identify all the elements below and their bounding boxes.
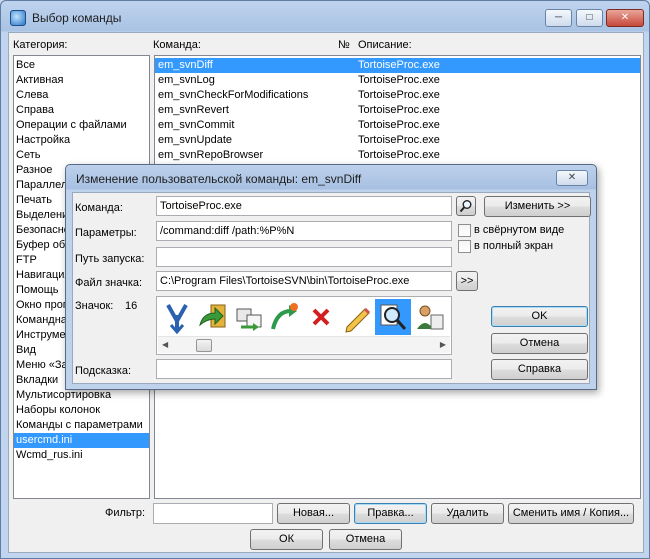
minimized-label: в свёрнутом виде <box>474 224 565 236</box>
dialog-close-button[interactable]: ✕ <box>556 170 588 186</box>
icon-label: Значок: <box>75 300 114 312</box>
scroll-thumb[interactable] <box>196 339 212 352</box>
command-label: Команда: <box>75 202 123 214</box>
dialog-help-button[interactable]: Справка <box>491 359 588 380</box>
category-item[interactable]: Операции с файлами <box>14 118 149 133</box>
iconfile-browse-button[interactable]: >> <box>456 271 478 291</box>
dialog-title: Изменение пользовательской команды: em_s… <box>76 172 362 186</box>
command-description: TortoiseProc.exe <box>358 59 440 71</box>
svn-switch-icon[interactable] <box>231 299 267 335</box>
category-item[interactable]: Активная <box>14 73 149 88</box>
startpath-label: Путь запуска: <box>75 253 145 265</box>
command-row[interactable]: em_svnCommit TortoiseProc.exe <box>155 118 640 133</box>
icon-picker-scrollbar[interactable]: ◀ ▶ <box>158 336 450 353</box>
minimize-button[interactable]: ─ <box>545 9 572 27</box>
command-row[interactable]: em_svnRevert TortoiseProc.exe <box>155 103 640 118</box>
title-bar[interactable]: Выбор команды ─ □ ✕ <box>1 1 649 33</box>
magnifier-icon <box>459 200 472 213</box>
ok-button[interactable]: ОК <box>250 529 323 550</box>
category-item[interactable]: Мультисортировка <box>14 388 149 403</box>
edit-button[interactable]: Правка... <box>354 503 427 524</box>
command-row[interactable]: em_svnCheckForModifications TortoiseProc.… <box>155 88 640 103</box>
dialog-ok-button[interactable]: OK <box>491 306 588 327</box>
svn-merge-icon[interactable] <box>267 299 303 335</box>
command-description: TortoiseProc.exe <box>358 89 440 101</box>
svn-delete-icon[interactable] <box>303 299 339 335</box>
scroll-right-icon[interactable]: ▶ <box>440 340 446 349</box>
new-button[interactable]: Новая... <box>277 503 350 524</box>
icon-picker[interactable]: ◀ ▶ <box>156 296 452 355</box>
category-item[interactable]: Сеть <box>14 148 149 163</box>
dialog-client-area: Команда: TortoiseProc.exe Изменить >> Па… <box>72 192 591 384</box>
maximize-button[interactable]: □ <box>576 9 603 27</box>
iconfile-field[interactable]: C:\Program Files\TortoiseSVN\bin\Tortois… <box>156 271 452 291</box>
filter-input[interactable] <box>153 503 273 524</box>
delete-button[interactable]: Удалить <box>431 503 504 524</box>
command-description: TortoiseProc.exe <box>358 104 440 116</box>
description-header: Описание: <box>358 39 412 51</box>
command-field[interactable]: TortoiseProc.exe <box>156 196 452 216</box>
command-name: em_svnLog <box>158 74 215 86</box>
app-icon <box>10 10 26 26</box>
command-row[interactable]: em_svnLog TortoiseProc.exe <box>155 73 640 88</box>
category-item[interactable]: Наборы колонок <box>14 403 149 418</box>
svn-update-icon[interactable] <box>159 299 195 335</box>
iconfile-label: Файл значка: <box>75 277 143 289</box>
category-item[interactable]: Все <box>14 58 149 73</box>
category-item[interactable]: usercmd.ini <box>14 433 149 448</box>
command-description: TortoiseProc.exe <box>358 119 440 131</box>
svn-rename-icon[interactable] <box>339 299 375 335</box>
tooltip-field[interactable] <box>156 359 452 379</box>
icon-index: 16 <box>125 300 138 312</box>
fullscreen-label: в полный экран <box>474 240 554 252</box>
command-description: TortoiseProc.exe <box>358 134 440 146</box>
command-description: TortoiseProc.exe <box>358 74 440 86</box>
command-name: em_svnCheckForModifications <box>158 89 309 101</box>
number-header: № <box>338 39 350 51</box>
category-item[interactable]: Wcmd_rus.ini <box>14 448 149 463</box>
command-name: em_svnUpdate <box>158 134 232 146</box>
scroll-left-icon[interactable]: ◀ <box>162 340 168 349</box>
startpath-field[interactable] <box>156 247 452 267</box>
category-item[interactable]: Настройка <box>14 133 149 148</box>
command-row[interactable]: em_svnRepoBrowser TortoiseProc.exe <box>155 148 640 163</box>
fullscreen-checkbox[interactable] <box>458 240 471 253</box>
svn-blame-icon[interactable] <box>411 299 447 335</box>
command-name: em_svnRepoBrowser <box>158 149 264 161</box>
svn-diff-icon[interactable] <box>375 299 411 335</box>
edit-command-dialog: Изменение пользовательской команды: em_s… <box>65 164 597 390</box>
cancel-button[interactable]: Отмена <box>329 529 402 550</box>
filter-label: Фильтр: <box>105 507 146 519</box>
svn-commit-icon[interactable] <box>195 299 231 335</box>
change-button[interactable]: Изменить >> <box>484 196 591 217</box>
category-item[interactable]: Слева <box>14 88 149 103</box>
category-item[interactable]: Команды с параметрами <box>14 418 149 433</box>
command-name: em_svnDiff <box>158 59 213 71</box>
command-name: em_svnCommit <box>158 119 235 131</box>
category-item[interactable]: Справа <box>14 103 149 118</box>
browse-command-button[interactable] <box>456 196 476 216</box>
command-row[interactable]: em_svnDiff TortoiseProc.exe <box>155 58 640 73</box>
window-title: Выбор команды <box>32 11 122 25</box>
params-label: Параметры: <box>75 227 137 239</box>
command-header: Команда: <box>153 39 201 51</box>
rename-copy-button[interactable]: Сменить имя / Копия... <box>508 503 634 524</box>
category-header: Категория: <box>13 39 68 51</box>
command-description: TortoiseProc.exe <box>358 149 440 161</box>
dialog-cancel-button[interactable]: Отмена <box>491 333 588 354</box>
minimized-checkbox[interactable] <box>458 224 471 237</box>
command-row[interactable]: em_svnUpdate TortoiseProc.exe <box>155 133 640 148</box>
command-name: em_svnRevert <box>158 104 229 116</box>
params-field[interactable]: /command:diff /path:%P%N <box>156 221 452 241</box>
close-button[interactable]: ✕ <box>606 9 644 27</box>
tooltip-label: Подсказка: <box>75 365 132 377</box>
